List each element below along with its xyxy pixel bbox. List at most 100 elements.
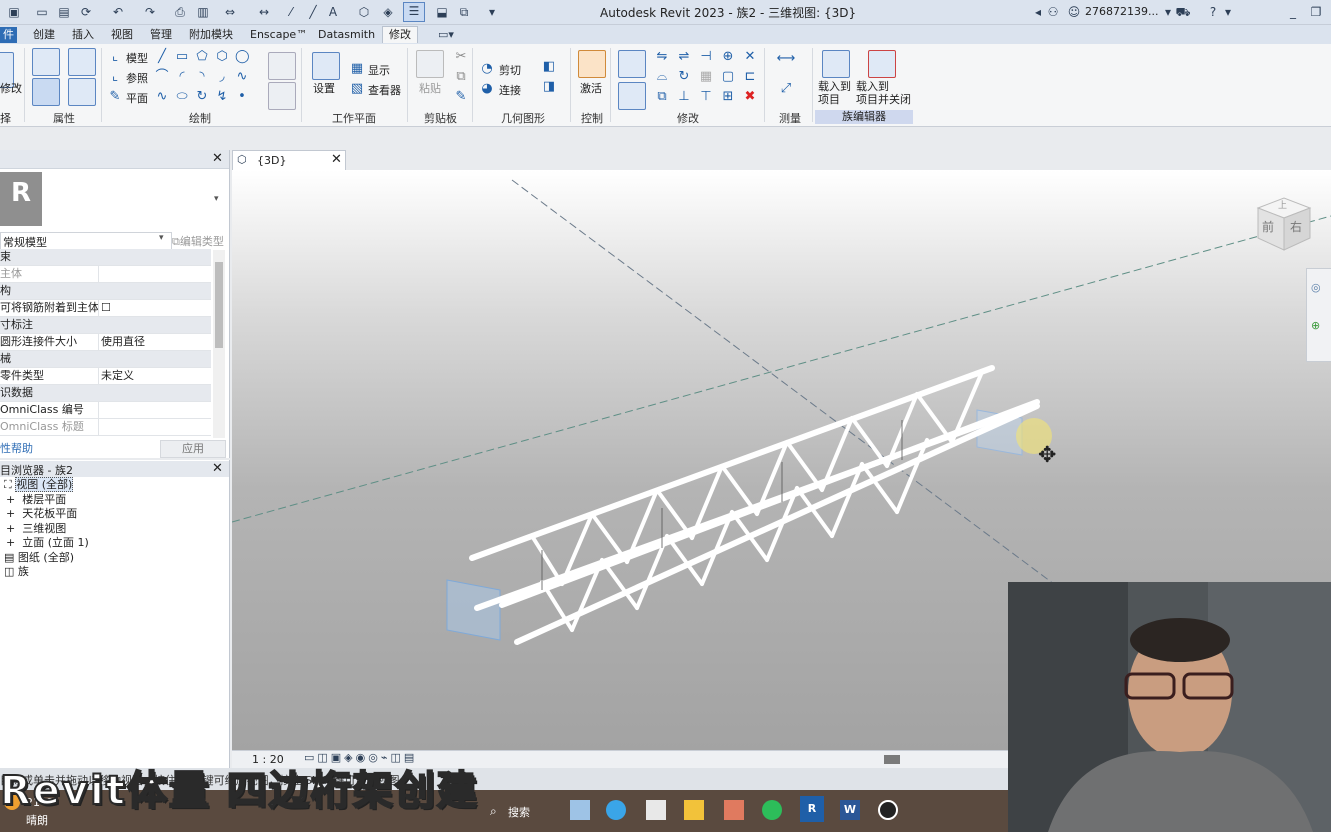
- tab-insert[interactable]: 插入: [72, 27, 94, 43]
- load-into-project-icon[interactable]: [822, 50, 850, 78]
- dimension-icon[interactable]: ↔: [256, 4, 272, 20]
- family-types-icon[interactable]: [68, 48, 96, 76]
- group-row[interactable]: 械: [0, 351, 211, 368]
- user-icon[interactable]: ☺: [1066, 4, 1082, 20]
- load-and-close-label[interactable]: 载入到 项目并关闭: [856, 80, 916, 106]
- tree-item-3d-views[interactable]: + 三维视图: [6, 522, 66, 536]
- expand-icon[interactable]: +: [6, 493, 15, 506]
- wall-joins-icon[interactable]: ◧: [542, 60, 556, 74]
- property-row[interactable]: OmniClass 标题: [0, 419, 211, 436]
- trim-icon[interactable]: ⊥: [677, 90, 691, 104]
- search-icon[interactable]: ⌕: [490, 804, 497, 819]
- move-icon[interactable]: [618, 82, 646, 110]
- arc-start-end-icon[interactable]: ⌒: [155, 70, 169, 84]
- apply-button[interactable]: 应用: [160, 440, 226, 458]
- split-face-icon[interactable]: ◨: [542, 80, 556, 94]
- group-row[interactable]: 束: [0, 249, 211, 266]
- family-category-icon[interactable]: [32, 48, 60, 76]
- reference-label[interactable]: 参照: [126, 70, 148, 86]
- restore-icon[interactable]: ❐: [1308, 4, 1324, 20]
- tangent-arc-icon[interactable]: ◝: [195, 70, 209, 84]
- form-icon[interactable]: [268, 82, 296, 110]
- ellipse-icon[interactable]: ∿: [155, 90, 169, 104]
- pin-icon[interactable]: ⊕: [721, 50, 735, 64]
- property-value[interactable]: 使用直径: [98, 334, 145, 350]
- section-icon[interactable]: ◈: [380, 4, 396, 20]
- point-icon[interactable]: •: [235, 90, 249, 104]
- show-workplane-icon[interactable]: ▦: [350, 62, 364, 76]
- store-icon[interactable]: [646, 800, 666, 820]
- split-gap-icon[interactable]: ⊏: [743, 70, 757, 84]
- load-into-project-label[interactable]: 载入到 项目: [818, 80, 854, 106]
- viewer-label[interactable]: 查看器: [368, 82, 401, 98]
- type-filter-dropdown[interactable]: 常规模型 ▾: [0, 232, 172, 250]
- copy-modify-icon[interactable]: ⧉: [655, 90, 669, 104]
- model-label[interactable]: 模型: [126, 50, 148, 66]
- mirror-axis-icon[interactable]: ⇋: [655, 50, 669, 64]
- viewcube-top-label[interactable]: 上: [1278, 198, 1287, 211]
- minimize-icon[interactable]: _: [1285, 4, 1301, 20]
- set-label[interactable]: 设置: [313, 80, 335, 96]
- join-icon[interactable]: ◕: [480, 82, 494, 96]
- revit-app-icon[interactable]: R: [800, 796, 824, 822]
- arc-center-icon[interactable]: ◜: [175, 70, 189, 84]
- tree-item-families[interactable]: ◫ 族: [4, 565, 29, 579]
- array-icon[interactable]: ▦: [699, 70, 713, 84]
- viewcube-right-label[interactable]: 右: [1290, 218, 1302, 235]
- wechat-icon[interactable]: [762, 800, 782, 820]
- horizontal-scrollbar-thumb[interactable]: [884, 755, 900, 764]
- zoom-icon[interactable]: ⊕: [1311, 319, 1320, 332]
- property-row[interactable]: OmniClass 编号: [0, 402, 211, 419]
- model-line-icon[interactable]: ⌞: [108, 50, 122, 64]
- revit-home-icon[interactable]: ▣: [6, 4, 22, 20]
- scrollbar-thumb[interactable]: [215, 262, 223, 348]
- tag-icon[interactable]: ⁄: [283, 4, 299, 20]
- join-label[interactable]: 连接: [499, 82, 521, 98]
- delete-icon[interactable]: ✖: [743, 90, 757, 104]
- steering-wheel-icon[interactable]: ◎: [1311, 281, 1321, 294]
- measure-between-icon[interactable]: ⟷: [772, 52, 800, 66]
- viewcube[interactable]: 前 右 上: [1254, 192, 1312, 251]
- expand-icon[interactable]: +: [6, 522, 15, 535]
- plane-label[interactable]: 平面: [126, 90, 148, 106]
- tab-modify[interactable]: 修改: [382, 26, 418, 43]
- show-label[interactable]: 显示: [368, 62, 390, 78]
- help-icon[interactable]: ?: [1205, 4, 1221, 20]
- activate-icon[interactable]: [578, 50, 606, 78]
- start-profile-plane[interactable]: [446, 579, 501, 641]
- unpin-icon[interactable]: ✕: [743, 50, 757, 64]
- text-icon[interactable]: A: [325, 4, 341, 20]
- circumscribed-polygon-icon[interactable]: ⬡: [215, 50, 229, 64]
- help-dropdown-icon[interactable]: ▾: [1220, 4, 1236, 20]
- undo-icon[interactable]: ↶: [110, 4, 126, 20]
- context-tab-icon[interactable]: ▭▾: [438, 27, 454, 43]
- close-icon[interactable]: ✕: [331, 152, 342, 167]
- property-value[interactable]: 未定义: [98, 368, 134, 384]
- switch-windows-icon[interactable]: ⧉: [456, 4, 472, 20]
- open-icon[interactable]: ▭: [34, 4, 50, 20]
- offset-icon[interactable]: ⌓: [655, 70, 669, 84]
- split-element-icon[interactable]: ⊣: [699, 50, 713, 64]
- activate-label[interactable]: 激活: [580, 80, 602, 96]
- set-workplane-icon[interactable]: [312, 52, 340, 80]
- view-tab-3d[interactable]: ⬡ {3D} ✕: [232, 150, 346, 170]
- 3d-view-icon[interactable]: ⬡: [356, 4, 372, 20]
- rotate-icon[interactable]: ↻: [677, 70, 691, 84]
- reference-plane-icon[interactable]: ✎: [108, 90, 122, 104]
- binoculars-icon[interactable]: ⚇: [1045, 4, 1061, 20]
- tab-addins[interactable]: 附加模块: [189, 27, 233, 43]
- measure-icon[interactable]: ⇔: [222, 4, 238, 20]
- tree-item-sheets[interactable]: ▤ 图纸 (全部): [4, 551, 74, 565]
- paste-label[interactable]: 粘贴: [419, 80, 441, 96]
- modify-label[interactable]: 修改: [0, 80, 22, 96]
- trim-single-icon[interactable]: ⊤: [699, 90, 713, 104]
- align-icon[interactable]: [618, 50, 646, 78]
- record-icon[interactable]: [878, 800, 898, 820]
- close-hidden-icon[interactable]: ⬓: [434, 4, 450, 20]
- save-icon[interactable]: ▤: [56, 4, 72, 20]
- arrow-icon[interactable]: ◂: [1030, 4, 1046, 20]
- edge-icon[interactable]: [606, 800, 626, 820]
- user-name[interactable]: 276872139...: [1085, 5, 1158, 18]
- load-and-close-icon[interactable]: [868, 50, 896, 78]
- match-properties-icon[interactable]: ✎: [454, 90, 468, 104]
